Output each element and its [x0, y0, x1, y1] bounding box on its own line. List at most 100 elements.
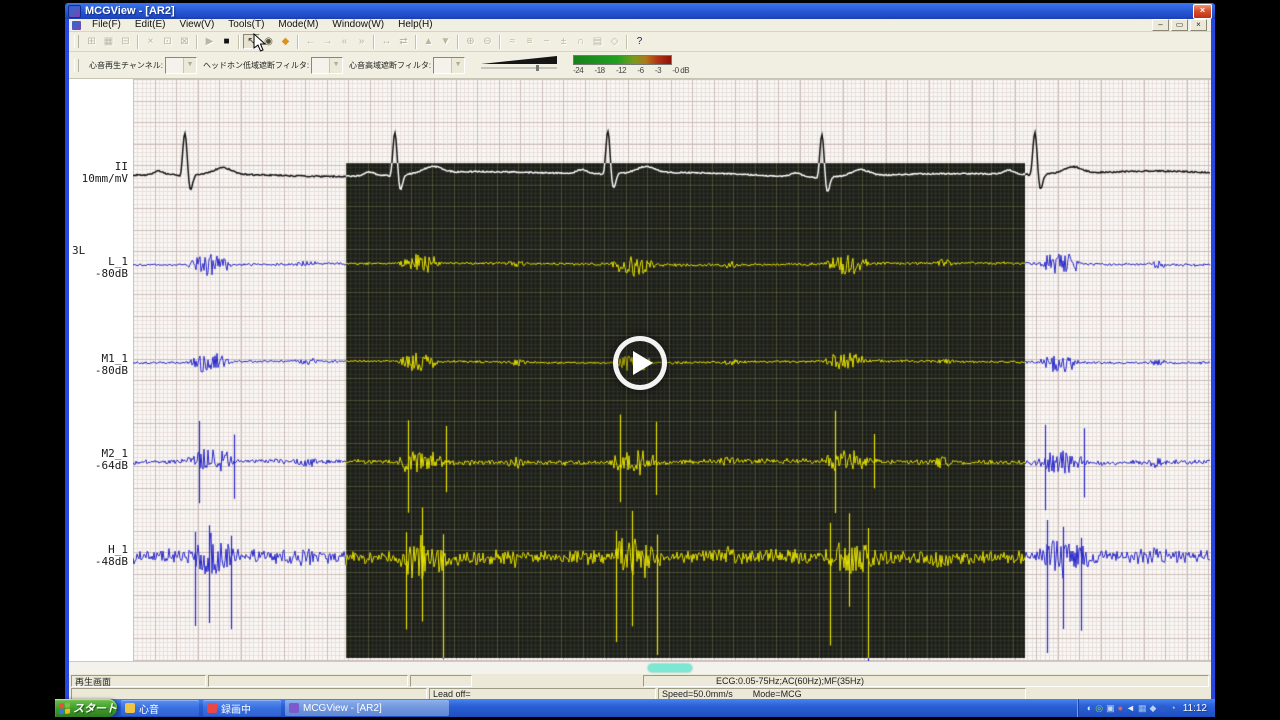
- statusbar-row1: 再生画面 ECG:0.05-75Hz;AC(60Hz);MF(35Hz): [69, 674, 1211, 687]
- play-button-toolbar: ▶: [201, 34, 218, 49]
- menu-edit[interactable]: Edit(E): [128, 19, 173, 31]
- task-label: MCGView - [AR2]: [303, 703, 382, 714]
- menu-help[interactable]: Help(H): [391, 19, 439, 31]
- toolbar-separator: [196, 35, 198, 49]
- expand-time-button: ↔: [378, 34, 395, 49]
- window-title: MCGView - [AR2]: [85, 5, 175, 17]
- headphone-lowcut-label: ヘッドホン低域遮断フィルタ:: [203, 60, 309, 71]
- chevron-down-icon: ▼: [451, 58, 464, 73]
- prev-page-button: ←: [302, 34, 319, 49]
- zoom-in-button: ⊕: [462, 34, 479, 49]
- db-scale-labels: -24-18-12-6-3-0 dB: [573, 66, 689, 75]
- lead-off-label: Lead off=: [430, 689, 474, 699]
- toolbar-separator: [238, 35, 240, 49]
- stop-button[interactable]: ■: [218, 34, 235, 49]
- start-label: スタート: [73, 700, 117, 716]
- chart-area[interactable]: 3L II10mm/mVL_1-80dBM1_1-80dBM2_1-64dBH_…: [69, 79, 1211, 661]
- db-meter-bar: [573, 55, 672, 65]
- audio-toolbar: 心音再生チャンネル: ▼ ヘッドホン低域遮断フィルタ: ▼ 心音高域遮断フィルタ…: [69, 52, 1211, 79]
- trace-label-L_1: L_1-80dB: [69, 256, 128, 280]
- highcut-filter-select[interactable]: ▼: [433, 57, 465, 74]
- toolbar-separator: [457, 35, 459, 49]
- antivirus-icon[interactable]: ◍: [1159, 699, 1167, 717]
- toolbar-grip: [74, 35, 79, 48]
- menu-view[interactable]: View(V): [172, 19, 221, 31]
- close-button[interactable]: ×: [1193, 4, 1212, 19]
- playback-channel-select[interactable]: ▼: [165, 57, 197, 74]
- speaker-icon[interactable]: ◄: [1126, 699, 1135, 717]
- tray-icons: ◐◎▣●◄▦◆◍◔: [1084, 699, 1176, 717]
- toolbar-separator: [415, 35, 417, 49]
- messenger-icon[interactable]: ◎: [1095, 699, 1103, 717]
- chevron-down-icon: ▼: [329, 58, 342, 73]
- menu-window[interactable]: Window(W): [325, 19, 391, 31]
- trace-label-H_1: H_1-48dB: [69, 544, 128, 568]
- accessibility-icon[interactable]: ◐: [1087, 699, 1092, 717]
- mode-label: Mode=MCG: [750, 689, 805, 699]
- marker-button[interactable]: ◆: [277, 34, 294, 49]
- gain-down-button: ▼: [437, 34, 454, 49]
- status-segment: [410, 675, 472, 687]
- start-button[interactable]: スタート: [55, 699, 117, 717]
- ecg-filter-info: ECG:0.05-75Hz;AC(60Hz);MF(35Hz): [644, 676, 867, 686]
- scrollbar-thumb[interactable]: [648, 664, 692, 672]
- update-icon[interactable]: ◔: [1170, 699, 1175, 717]
- time-scrollbar[interactable]: [69, 661, 1211, 674]
- app-icon: [289, 703, 299, 713]
- report-button: ▤: [589, 34, 606, 49]
- headphone-lowcut-select[interactable]: ▼: [311, 57, 343, 74]
- waveform-canvas[interactable]: [133, 79, 1211, 661]
- db-tick-label: -0 dB: [672, 66, 689, 75]
- window-titlebar: MCGView - [AR2] ×: [65, 3, 1215, 19]
- minimize-child-button[interactable]: –: [1152, 19, 1169, 31]
- task-button-2[interactable]: MCGView - [AR2]: [285, 700, 449, 716]
- taskbar-clock: 11:12: [1183, 703, 1207, 714]
- task-button-0[interactable]: 心音: [121, 700, 199, 716]
- restore-child-button[interactable]: ▭: [1171, 19, 1188, 31]
- task-button-1[interactable]: 録画中: [203, 700, 281, 716]
- windows-logo-icon: [59, 702, 70, 714]
- status-spacer: [472, 675, 641, 687]
- mouse-cursor-icon: [253, 33, 267, 53]
- mdi-child-icon: [72, 21, 81, 30]
- open-file-button: ⊞: [83, 34, 100, 49]
- close-child-button[interactable]: ×: [1190, 19, 1207, 31]
- menu-file[interactable]: File(F): [85, 19, 128, 31]
- compress-time-button: ⇄: [395, 34, 412, 49]
- toolbar-separator: [137, 35, 139, 49]
- toolbar-buttons: ⊞▦⊟×⊡⊠▶■↖◉◆←→«»↔⇄▲▼⊕⊖≈≡~±∩▤◇?: [83, 34, 648, 49]
- toolbar-separator: [297, 35, 299, 49]
- video-play-button[interactable]: [613, 336, 667, 390]
- db-tick-label: -24: [573, 66, 583, 75]
- app-icon: [68, 5, 81, 18]
- toolbar-grip2: [74, 59, 79, 72]
- chevron-down-icon: ▼: [183, 58, 196, 73]
- paste-button: ⊠: [176, 34, 193, 49]
- toolbar-separator: [373, 35, 375, 49]
- display-icon[interactable]: ▣: [1106, 699, 1115, 717]
- taskbar: スタート 心音 録画中 MCGView - [AR2] ◐◎▣●◄▦◆◍◔ 11:1…: [55, 699, 1215, 717]
- folder-icon: [125, 703, 135, 713]
- db-tick-label: -18: [595, 66, 605, 75]
- recording-tray-icon[interactable]: ●: [1118, 699, 1123, 717]
- device-icon[interactable]: ◆: [1149, 699, 1156, 717]
- status-mode-segment: 再生画面: [71, 675, 206, 687]
- trace-label-M2_1: M2_1-64dB: [69, 448, 128, 472]
- help-button[interactable]: ?: [631, 34, 648, 49]
- video-frame: MCGView - [AR2] × File(F)Edit(E)View(V)T…: [0, 0, 1280, 720]
- db-meter: -24-18-12-6-3-0 dB: [573, 55, 689, 75]
- volume-wedge-icon: [479, 55, 559, 71]
- record-icon: [207, 703, 217, 713]
- trace-label-II: II10mm/mV: [69, 161, 128, 185]
- db-tick-label: -12: [616, 66, 626, 75]
- filter-button: ≈: [504, 34, 521, 49]
- app-window: File(F)Edit(E)View(V)Tools(T)Mode(M)Wind…: [65, 19, 1215, 700]
- volume-slider[interactable]: [479, 55, 559, 76]
- task-label: 心音: [139, 701, 159, 716]
- grid-toggle-button: ≡: [521, 34, 538, 49]
- menu-tools[interactable]: Tools(T): [221, 19, 271, 31]
- task-buttons: 心音 録画中 MCGView - [AR2]: [117, 700, 449, 716]
- network-icon[interactable]: ▦: [1138, 699, 1147, 717]
- cut-button: ×: [142, 34, 159, 49]
- menu-mode[interactable]: Mode(M): [271, 19, 325, 31]
